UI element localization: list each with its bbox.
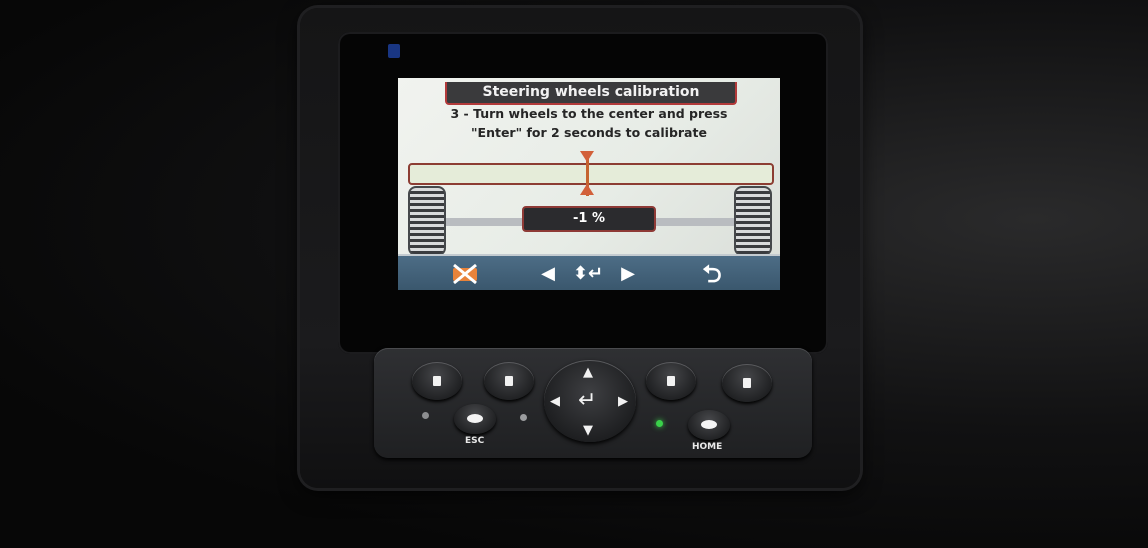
esc-button[interactable]: [454, 404, 496, 434]
dpad-left-icon[interactable]: ◀: [550, 395, 560, 408]
nav-right-arrow-icon[interactable]: ▶: [618, 256, 638, 290]
blue-status-led: [388, 44, 400, 58]
led-indicator-middle: [520, 414, 527, 421]
cancel-icon[interactable]: [450, 263, 480, 285]
key-mark-icon: [433, 376, 441, 386]
dpad-right-icon[interactable]: ▶: [618, 395, 628, 408]
esc-label: ESC: [465, 436, 485, 446]
right-wheel-icon: [734, 186, 772, 256]
dpad-up-icon[interactable]: ▲: [583, 366, 593, 379]
key-mark-icon: [667, 376, 675, 386]
green-status-led: [656, 420, 663, 427]
home-label: HOME: [692, 442, 723, 452]
center-marker-bottom-icon: [580, 184, 594, 195]
center-marker-top-icon: [580, 151, 594, 162]
left-wheel-icon: [408, 186, 446, 256]
button-dot-icon: [467, 414, 483, 423]
led-indicator-left: [422, 412, 429, 419]
percent-readout: -1 %: [522, 206, 656, 232]
function-key-4[interactable]: [722, 364, 772, 402]
button-dot-icon: [701, 420, 717, 429]
instruction-line-1: 3 - Turn wheels to the center and press: [450, 106, 728, 121]
home-button[interactable]: [688, 410, 730, 440]
screen-nav-bar: ◀ ⬍↵ ▶ ⮌: [398, 254, 780, 290]
back-icon[interactable]: ⮌: [694, 256, 730, 290]
function-key-2[interactable]: [484, 362, 534, 400]
screen-title: Steering wheels calibration: [445, 82, 737, 105]
nav-enter-icon[interactable]: ⬍↵: [568, 256, 608, 290]
dpad-down-icon[interactable]: ▼: [583, 424, 593, 437]
lcd-screen: Steering wheels calibration 3 - Turn whe…: [398, 78, 780, 290]
dpad-enter-icon[interactable]: ↵: [578, 390, 596, 412]
key-mark-icon: [743, 378, 751, 388]
keypad: ESC ▲ ▼ ◀ ▶ ↵ HOME: [374, 348, 812, 458]
instruction-line-2: "Enter" for 2 seconds to calibrate: [471, 125, 707, 140]
directional-pad[interactable]: ▲ ▼ ◀ ▶ ↵: [544, 360, 636, 442]
function-key-1[interactable]: [412, 362, 462, 400]
function-key-3[interactable]: [646, 362, 696, 400]
calibration-bar: [408, 163, 774, 185]
nav-left-arrow-icon[interactable]: ◀: [538, 256, 558, 290]
key-mark-icon: [505, 376, 513, 386]
